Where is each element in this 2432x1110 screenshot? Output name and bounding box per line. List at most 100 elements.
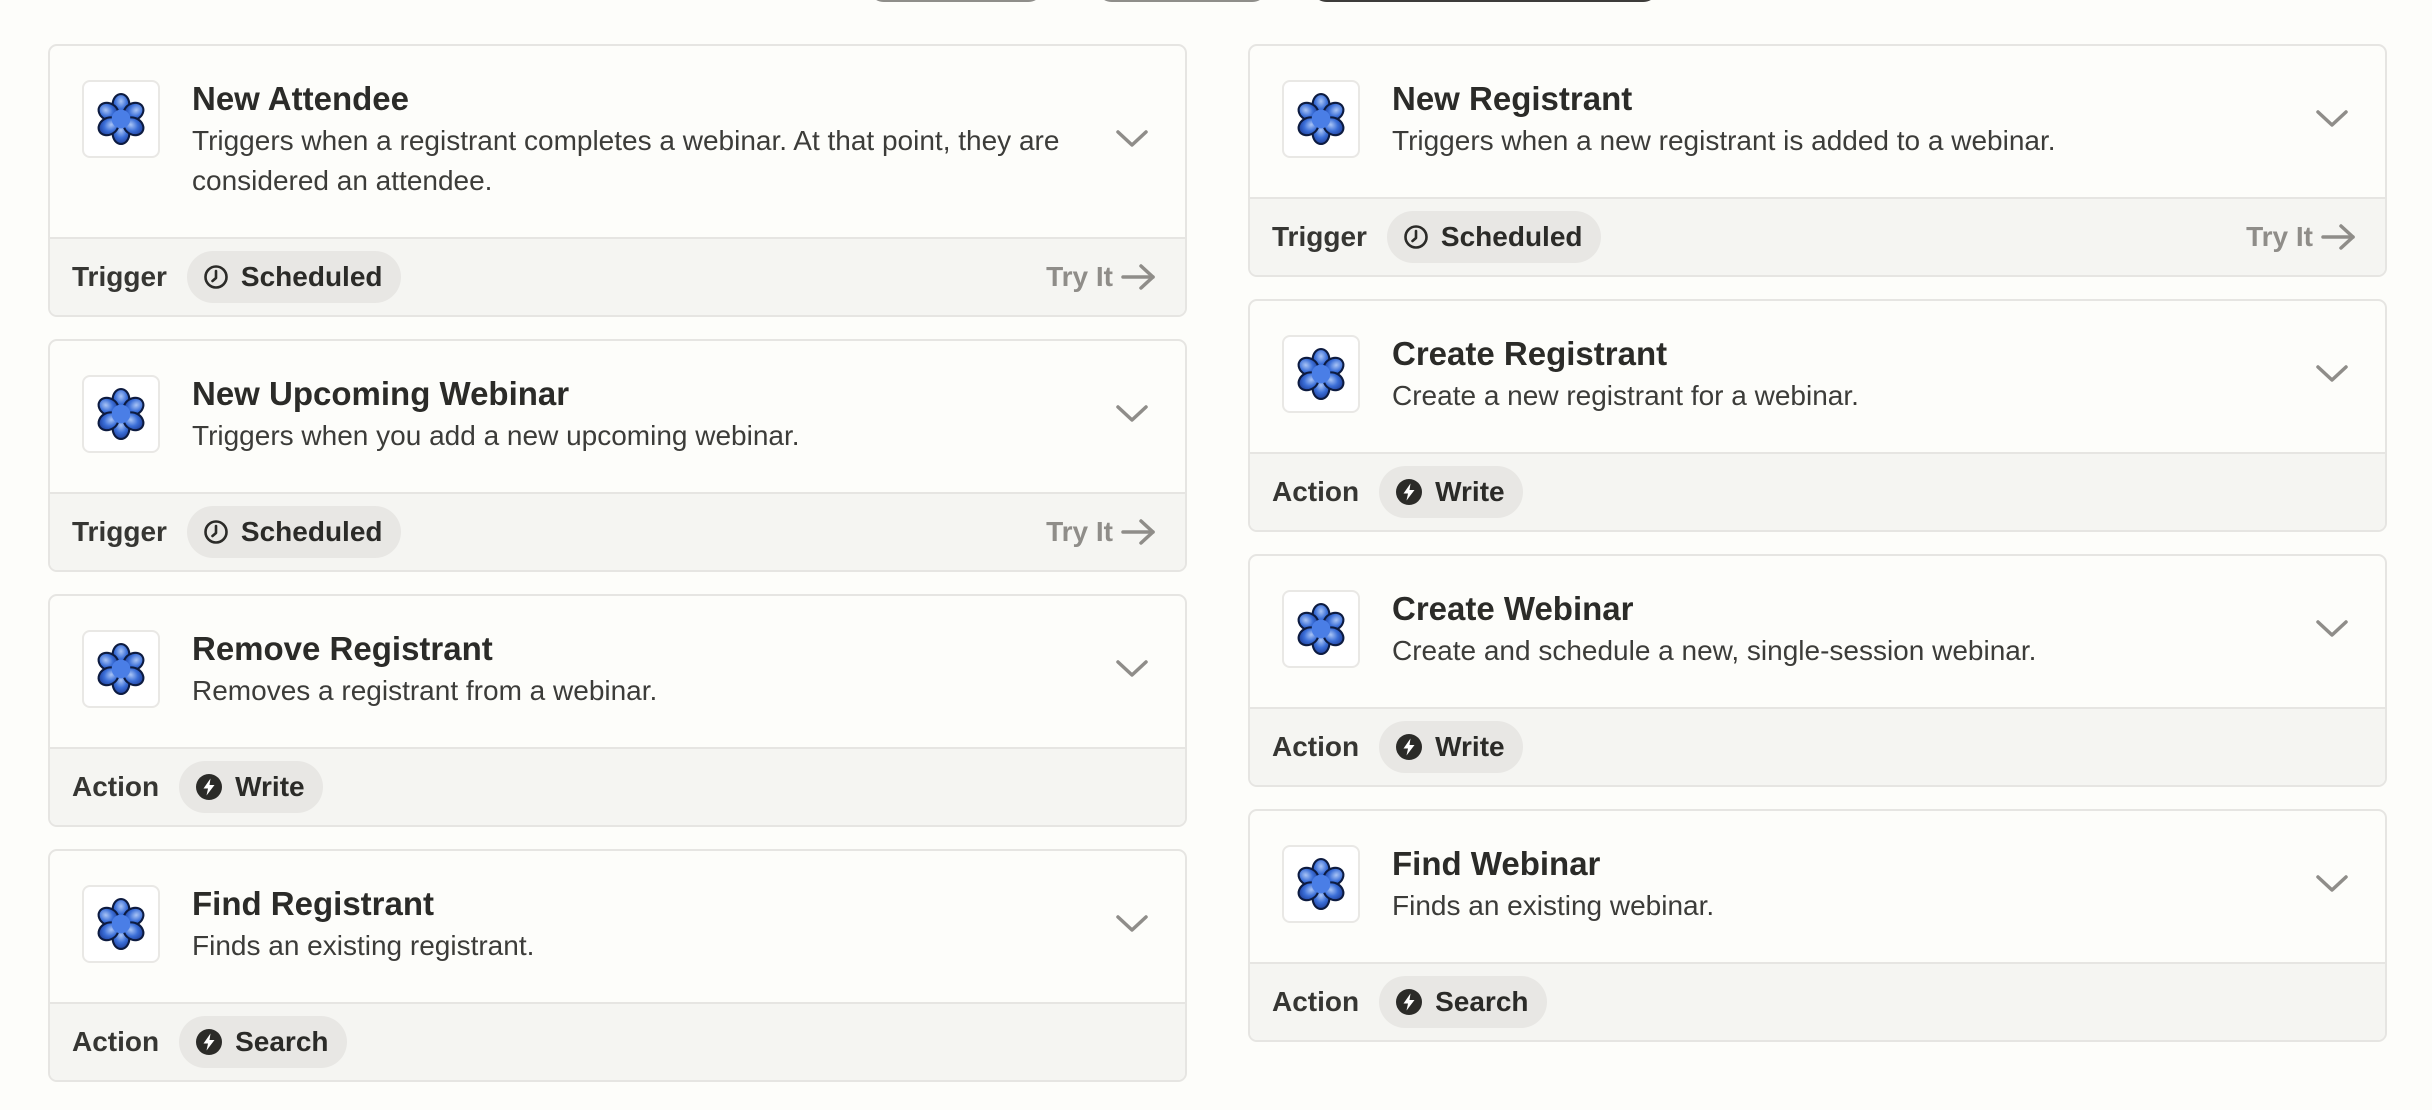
- card-description: Create a new registrant for a webinar.: [1392, 380, 1859, 411]
- card-title: Create Registrant: [1392, 335, 1668, 372]
- badge-label: Scheduled: [1440, 221, 1583, 252]
- gotowebinar-logo-icon: [82, 375, 160, 453]
- app-card[interactable]: New Attendee Triggers when a registrant …: [48, 44, 1187, 317]
- card-badge: Scheduled: [186, 251, 401, 303]
- chevron-down-icon[interactable]: [2315, 108, 2349, 130]
- clock-icon: [1404, 225, 1428, 249]
- card-description: Triggers when a registrant completes a w…: [192, 125, 1060, 196]
- card-header[interactable]: New Upcoming Webinar Triggers when you a…: [50, 341, 1185, 492]
- card-badge: Write: [179, 761, 323, 813]
- card-badge: Write: [1379, 466, 1523, 518]
- card-type-label: Action: [72, 1026, 160, 1057]
- card-badge: Scheduled: [186, 506, 401, 558]
- card-type-label: Action: [1272, 731, 1360, 762]
- card-footer: Action Write: [1250, 452, 2385, 530]
- card-header[interactable]: Remove Registrant Removes a registrant f…: [50, 596, 1185, 747]
- chevron-down-icon[interactable]: [1115, 128, 1149, 150]
- card-badge: Search: [1379, 976, 1547, 1028]
- card-title: Remove Registrant: [192, 630, 493, 667]
- card-footer: Action Search: [50, 1002, 1185, 1080]
- card-type-label: Action: [1272, 986, 1360, 1017]
- filter-button-2[interactable]: [1096, 0, 1268, 2]
- card-type-label: Action: [1272, 476, 1360, 507]
- card-title: New Attendee: [192, 80, 409, 117]
- card-footer: Action Write: [1250, 707, 2385, 785]
- card-description: Removes a registrant from a webinar.: [192, 675, 658, 706]
- badge-label: Search: [1435, 986, 1529, 1017]
- try-it-label: Try It: [2246, 221, 2313, 252]
- card-description: Triggers when you add a new upcoming web…: [192, 420, 800, 451]
- app-card[interactable]: Find Webinar Finds an existing webinar. …: [1248, 809, 2387, 1042]
- card-type-label: Trigger: [1272, 221, 1367, 252]
- app-card[interactable]: Create Registrant Create a new registran…: [1248, 299, 2387, 532]
- chevron-down-icon[interactable]: [2315, 873, 2349, 895]
- card-badge: Search: [179, 1016, 347, 1068]
- try-it-button[interactable]: Try It: [1046, 516, 1157, 548]
- card-badge: Scheduled: [1386, 211, 1601, 263]
- card-type-label: Trigger: [72, 516, 167, 547]
- app-card[interactable]: Remove Registrant Removes a registrant f…: [48, 594, 1187, 827]
- gotowebinar-logo-icon: [82, 630, 160, 708]
- card-header[interactable]: Find Webinar Finds an existing webinar.: [1250, 811, 2385, 962]
- app-card[interactable]: Create Webinar Create and schedule a new…: [1248, 554, 2387, 787]
- chevron-down-icon[interactable]: [1115, 913, 1149, 935]
- try-it-button[interactable]: Try It: [1046, 261, 1157, 293]
- chevron-down-icon[interactable]: [1115, 658, 1149, 680]
- chevron-down-icon[interactable]: [1115, 403, 1149, 425]
- badge-label: Write: [235, 771, 305, 802]
- bolt-icon: [196, 1029, 223, 1055]
- card-footer: Trigger Scheduled Try It: [50, 492, 1185, 570]
- chevron-down-icon[interactable]: [2315, 363, 2349, 385]
- card-footer: Trigger Scheduled Try It: [1250, 197, 2385, 275]
- badge-label: Scheduled: [240, 516, 383, 547]
- bolt-icon: [1396, 734, 1423, 760]
- right-column: New Registrant Triggers when a new regis…: [1248, 44, 2387, 1064]
- card-type-label: Trigger: [72, 261, 167, 292]
- try-it-label: Try It: [1046, 516, 1113, 547]
- chevron-down-icon[interactable]: [2315, 618, 2349, 640]
- clock-icon: [204, 520, 228, 544]
- gotowebinar-logo-icon: [1282, 335, 1360, 413]
- card-title: New Upcoming Webinar: [192, 375, 570, 412]
- arrow-right-icon: [1121, 519, 1155, 545]
- card-header[interactable]: New Registrant Triggers when a new regis…: [1250, 46, 2385, 197]
- card-title: Find Webinar: [1392, 845, 1601, 882]
- arrow-right-icon: [2321, 224, 2355, 250]
- bolt-icon: [1396, 989, 1423, 1015]
- gotowebinar-logo-icon: [1282, 590, 1360, 668]
- badge-label: Scheduled: [240, 261, 383, 292]
- card-title: New Registrant: [1392, 80, 1633, 117]
- card-header[interactable]: Find Registrant Finds an existing regist…: [50, 851, 1185, 1002]
- app-card[interactable]: New Upcoming Webinar Triggers when you a…: [48, 339, 1187, 572]
- clock-icon: [204, 265, 228, 289]
- filter-button-3[interactable]: [1311, 0, 1659, 2]
- left-column: New Attendee Triggers when a registrant …: [48, 44, 1187, 1104]
- gotowebinar-logo-icon: [82, 885, 160, 963]
- badge-label: Search: [235, 1026, 329, 1057]
- badge-label: Write: [1435, 731, 1505, 762]
- card-header[interactable]: New Attendee Triggers when a registrant …: [50, 46, 1185, 237]
- gotowebinar-logo-icon: [1282, 845, 1360, 923]
- card-description: Triggers when a new registrant is added …: [1392, 125, 2056, 156]
- bolt-icon: [1396, 479, 1423, 505]
- card-type-label: Action: [72, 771, 160, 802]
- card-description: Create and schedule a new, single-sessio…: [1392, 635, 2037, 666]
- card-header[interactable]: Create Registrant Create a new registran…: [1250, 301, 2385, 452]
- card-description: Finds an existing registrant.: [192, 930, 535, 961]
- app-card[interactable]: Find Registrant Finds an existing regist…: [48, 849, 1187, 1082]
- app-card[interactable]: New Registrant Triggers when a new regis…: [1248, 44, 2387, 277]
- gotowebinar-logo-icon: [1282, 80, 1360, 158]
- gotowebinar-logo-icon: [82, 80, 160, 158]
- try-it-label: Try It: [1046, 261, 1113, 292]
- card-title: Create Webinar: [1392, 590, 1634, 627]
- bolt-icon: [196, 774, 223, 800]
- card-footer: Action Write: [50, 747, 1185, 825]
- card-description: Finds an existing webinar.: [1392, 890, 1715, 921]
- try-it-button[interactable]: Try It: [2246, 221, 2357, 253]
- card-footer: Action Search: [1250, 962, 2385, 1040]
- arrow-right-icon: [1121, 264, 1155, 290]
- card-header[interactable]: Create Webinar Create and schedule a new…: [1250, 556, 2385, 707]
- card-badge: Write: [1379, 721, 1523, 773]
- filter-button-1[interactable]: [868, 0, 1044, 2]
- card-title: Find Registrant: [192, 885, 435, 922]
